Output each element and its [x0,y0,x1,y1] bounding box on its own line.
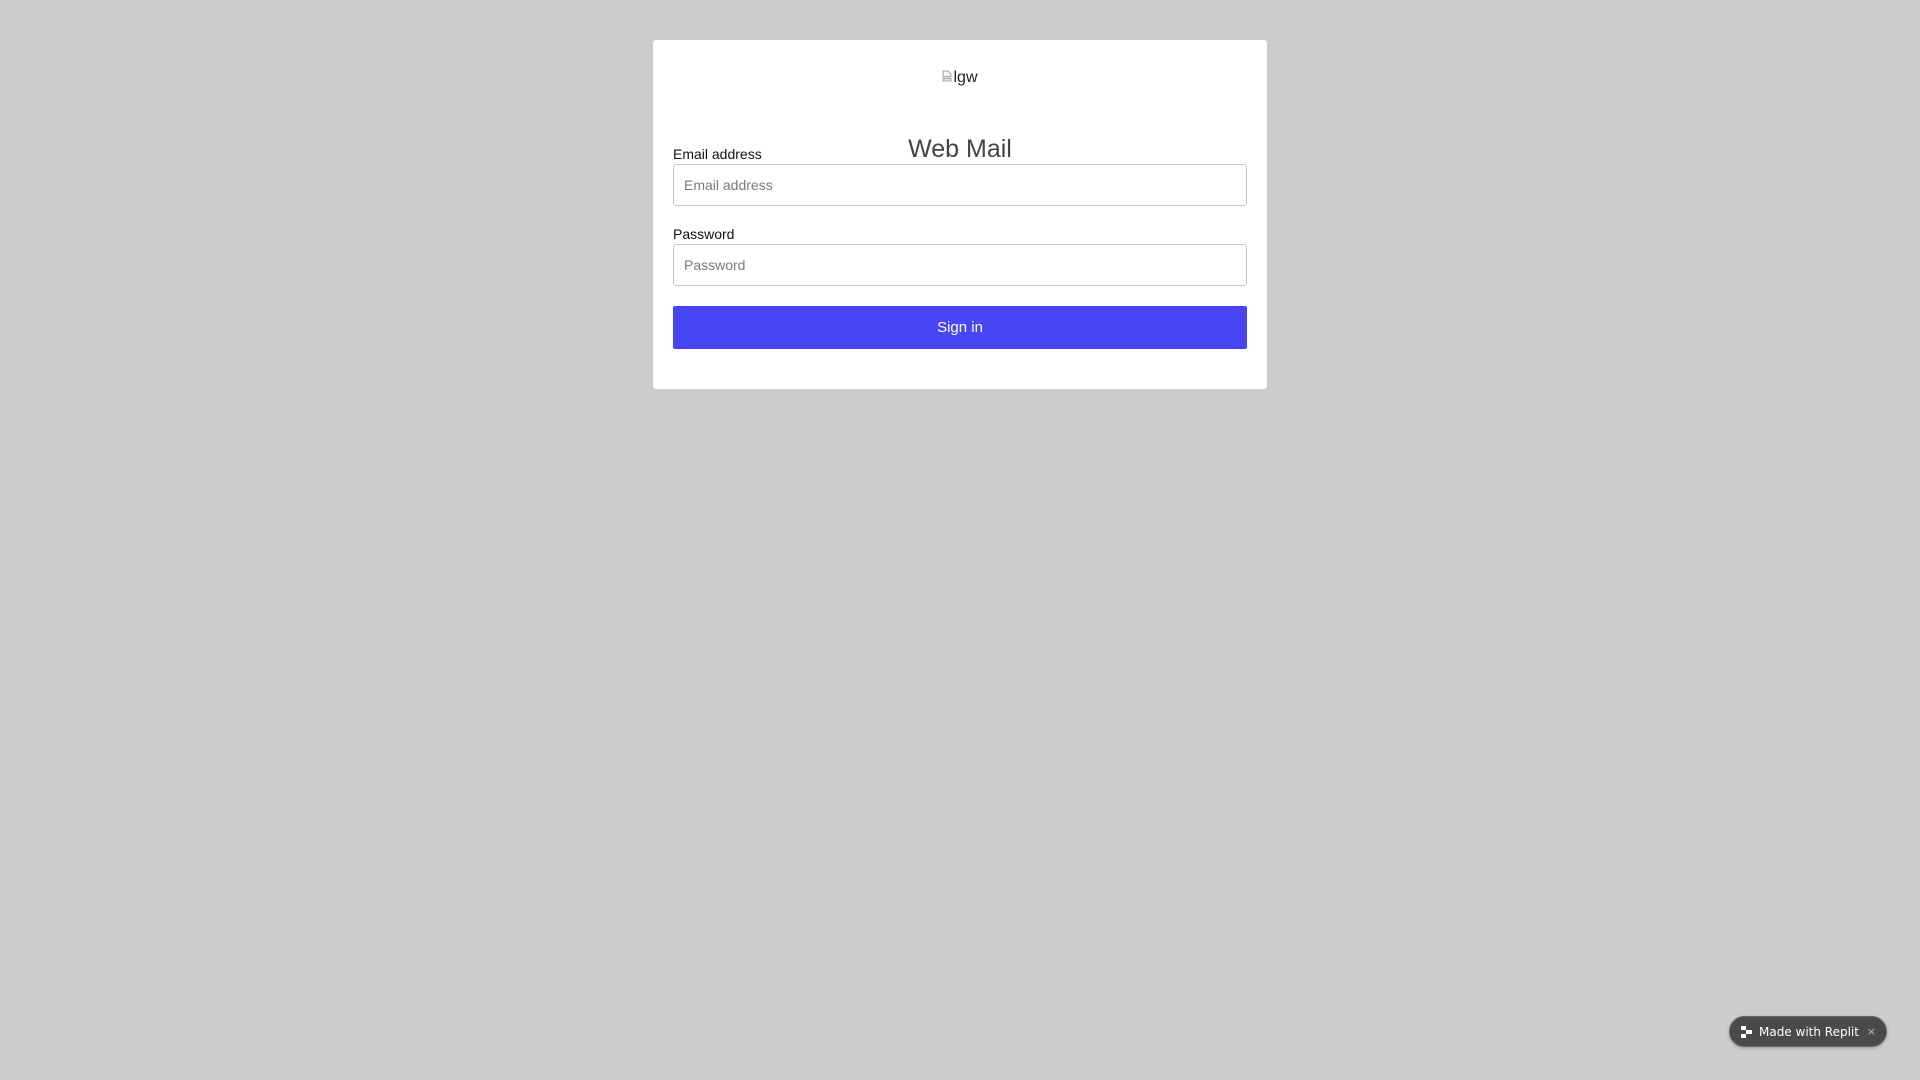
replit-logo-icon [1741,1025,1752,1038]
password-label: Password [673,226,735,242]
logo: lgw [653,68,1267,88]
sign-in-button[interactable]: Sign in [673,306,1247,349]
login-card: lgw Web Mail Email address Password Sign… [653,40,1267,389]
email-field[interactable] [673,164,1247,206]
close-icon[interactable]: × [1867,1025,1876,1038]
broken-image-icon [943,70,952,82]
email-label: Email address [673,146,762,162]
badge-text: Made with Replit [1759,1024,1859,1039]
broken-image: lgw [942,68,978,88]
password-field[interactable] [673,244,1247,286]
logo-alt-text: lgw [953,69,978,86]
made-with-replit-badge[interactable]: Made with Replit × [1729,1016,1887,1047]
